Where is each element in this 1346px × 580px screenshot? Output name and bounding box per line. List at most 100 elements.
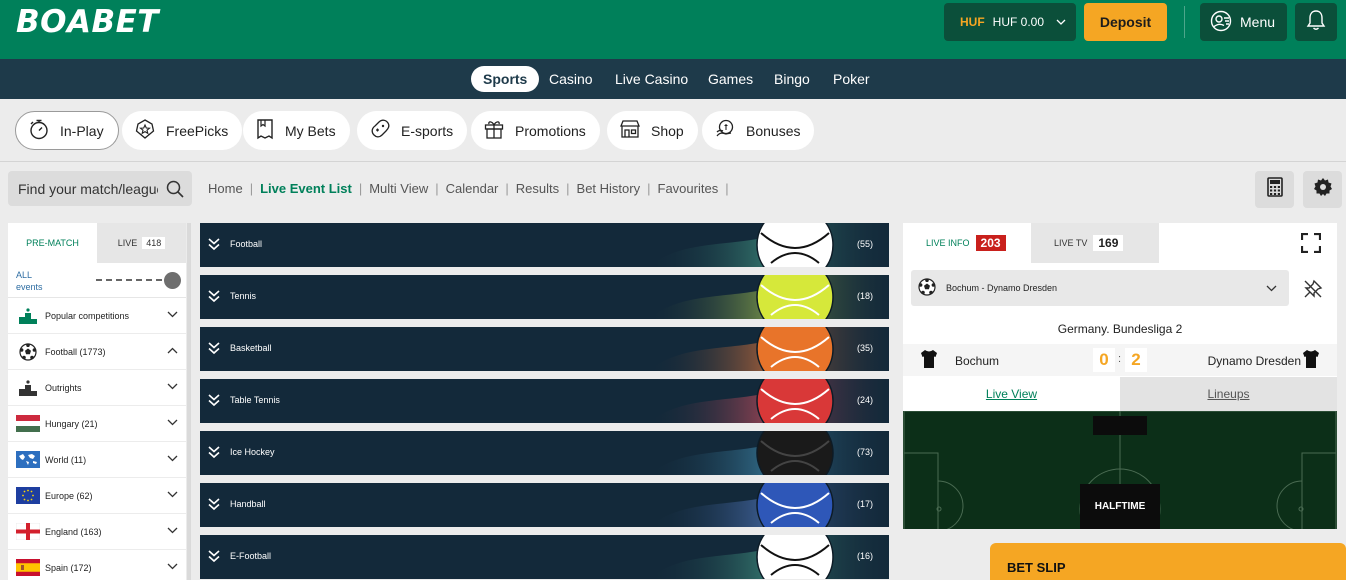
calculator-button[interactable] (1255, 171, 1294, 208)
tab-prematch[interactable]: PRE-MATCH (8, 223, 97, 263)
live-info-count: 203 (975, 235, 1006, 251)
quicklink-label: Shop (651, 122, 684, 139)
sidebar-item-europe[interactable]: Europe (62) (8, 478, 186, 514)
quicklink-shop[interactable]: Shop (607, 111, 698, 150)
double-chevron-down-icon (208, 445, 220, 464)
sidebar-item-spain[interactable]: Spain (172) (8, 550, 186, 580)
user-settings-icon (1210, 10, 1232, 35)
betslip-icon (255, 118, 275, 143)
nav-games[interactable]: Games (696, 66, 765, 92)
home-team: Bochum (955, 354, 1000, 368)
crumb-results[interactable]: Results | (516, 181, 577, 196)
sidebar-item-football[interactable]: Football (1773) (8, 334, 186, 370)
main-nav: Sports Casino Live Casino Games Bingo Po… (0, 59, 1346, 99)
double-chevron-down-icon (208, 289, 220, 308)
tab-lineups[interactable]: Lineups (1120, 377, 1337, 411)
stopwatch-icon (28, 118, 50, 143)
balance-value: HUF 0.00 (992, 15, 1045, 29)
quicklink-esports[interactable]: E-sports (357, 111, 468, 150)
flag-spain-icon (16, 559, 40, 577)
bet-slip[interactable]: BET SLIP (990, 543, 1346, 580)
sport-row[interactable]: Football (55) (200, 223, 889, 267)
quicklink-my-bets[interactable]: My Bets (243, 111, 350, 150)
sidebar-scrollbar[interactable] (187, 223, 191, 580)
nav-sports[interactable]: Sports (471, 66, 540, 92)
tab-live-view[interactable]: Live View (903, 377, 1120, 411)
chevron-down-icon (1266, 284, 1277, 294)
crumb-bet-history[interactable]: Bet History | (577, 181, 658, 196)
sport-row[interactable]: Handball (17) (200, 483, 889, 527)
match-selector[interactable]: Bochum - Dynamo Dresden (911, 270, 1289, 306)
sport-ball-icon (756, 535, 834, 579)
double-chevron-down-icon (208, 393, 220, 412)
gear-icon (1313, 177, 1333, 202)
crumb-calendar[interactable]: Calendar | (446, 181, 516, 196)
sport-count: (55) (856, 239, 873, 249)
sport-row[interactable]: Ice Hockey (73) (200, 431, 889, 475)
menu-button[interactable]: Menu (1200, 3, 1287, 41)
sidebar-item-outrights[interactable]: Outrights (8, 370, 186, 406)
calculator-icon (1266, 177, 1283, 202)
nav-poker[interactable]: Poker (821, 66, 882, 92)
all-events-filter: ALL events (8, 263, 186, 298)
shop-icon (619, 118, 641, 143)
nav-live-casino[interactable]: Live Casino (603, 66, 700, 92)
match-selector-label: Bochum - Dynamo Dresden (946, 283, 1058, 293)
search-box[interactable] (8, 171, 192, 206)
brand-logo[interactable]: BOABET (16, 4, 159, 40)
live-panel-tabs: LIVE INFO 203 LIVE TV 169 (903, 223, 1337, 263)
sidebar-item-world[interactable]: World (11) (8, 442, 186, 478)
sidebar-item-popular-competitions[interactable]: Popular competitions (8, 298, 186, 334)
nav-bingo[interactable]: Bingo (762, 66, 822, 92)
quick-links-bar: In-Play FreePicks My Bets E-sports Promo… (0, 99, 1346, 162)
sidebar-item-hungary[interactable]: Hungary (21) (8, 406, 186, 442)
tab-live-tv[interactable]: LIVE TV 169 (1031, 223, 1159, 263)
sport-ball-icon (756, 223, 834, 267)
quicklink-freepicks[interactable]: FreePicks (122, 111, 243, 150)
pitch-info-box (1093, 416, 1147, 435)
crumb-home[interactable]: Home | (208, 181, 260, 196)
top-header: BOABET HUF HUF 0.00 Deposit Menu (0, 0, 1346, 59)
fullscreen-icon[interactable] (1300, 232, 1322, 258)
tab-live-info[interactable]: LIVE INFO 203 (903, 223, 1031, 263)
sport-count: (16) (856, 551, 873, 561)
quicklink-bonuses[interactable]: Bonuses (702, 111, 815, 150)
gamepad-icon (369, 118, 391, 143)
away-shirt-icon (1301, 349, 1321, 374)
pin-off-icon[interactable] (1303, 279, 1323, 304)
sport-row[interactable]: E-Football (16) (200, 535, 889, 579)
quicklink-label: My Bets (285, 122, 336, 139)
time-filter-slider[interactable] (164, 272, 181, 289)
double-chevron-down-icon (208, 341, 220, 360)
deposit-button[interactable]: Deposit (1084, 3, 1167, 41)
home-score: 0 (1093, 348, 1115, 372)
crumb-favourites[interactable]: Favourites | (658, 181, 736, 196)
chevron-down-icon (167, 562, 178, 572)
sidebar-item-england[interactable]: England (163) (8, 514, 186, 550)
crumb-live-event-list[interactable]: Live Event List | (260, 181, 369, 196)
time-filter-track[interactable] (96, 279, 172, 281)
chevron-down-icon (167, 526, 178, 536)
tab-live[interactable]: LIVE 418 (97, 223, 186, 263)
search-icon[interactable] (166, 180, 184, 201)
currency-code: HUF (960, 15, 985, 29)
chevron-down-icon (167, 382, 178, 392)
quicklink-in-play[interactable]: In-Play (15, 111, 119, 150)
quicklink-promotions[interactable]: Promotions (471, 111, 600, 150)
notifications-button[interactable] (1295, 3, 1337, 41)
match-status: HALFTIME (1080, 484, 1160, 529)
sport-row[interactable]: Basketball (35) (200, 327, 889, 371)
sport-row[interactable]: Table Tennis (24) (200, 379, 889, 423)
nav-casino[interactable]: Casino (537, 66, 605, 92)
flag-hungary-icon (16, 415, 40, 433)
podium-icon (16, 307, 40, 325)
gift-icon (483, 118, 505, 143)
quicklink-label: Bonuses (746, 122, 801, 139)
search-input[interactable] (18, 180, 158, 197)
sport-row[interactable]: Tennis (18) (200, 275, 889, 319)
sport-name: Handball (230, 499, 266, 509)
settings-button[interactable] (1303, 171, 1342, 208)
sport-ball-icon (756, 327, 834, 371)
crumb-multi-view[interactable]: Multi View | (369, 181, 445, 196)
balance-dropdown[interactable]: HUF HUF 0.00 (944, 3, 1076, 41)
